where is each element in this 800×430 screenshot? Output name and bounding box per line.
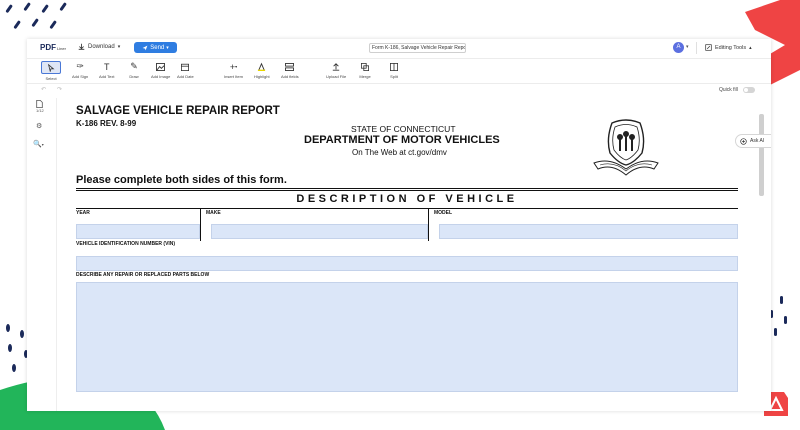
tool-label: Insert Item — [224, 74, 243, 79]
tool-label: Draw — [129, 74, 139, 79]
website-line: On The Web at ct.gov/dmv — [352, 148, 447, 157]
chevron-up-icon: ▴ — [749, 44, 752, 51]
tool-label: Add Sign — [72, 74, 89, 79]
tool-label: Add fields — [281, 74, 299, 79]
logo-subtext: Liner — [57, 46, 66, 51]
settings-icon[interactable]: ⚙ — [36, 122, 42, 130]
make-label: MAKE — [206, 210, 221, 216]
year-field[interactable] — [76, 224, 200, 239]
avatar[interactable]: A — [673, 42, 684, 53]
plus-icon: + ▾ — [229, 61, 238, 72]
tool-draw[interactable]: ✎ Draw — [127, 61, 141, 79]
tool-label: Select — [45, 76, 57, 81]
tool-label: Add Date — [177, 74, 194, 79]
tool-add-sign[interactable]: ✑ Add Sign — [72, 61, 88, 79]
ask-ai-label: Ask AI — [750, 138, 765, 144]
instruction-text: Please complete both sides of this form. — [76, 174, 287, 186]
tool-upload-file[interactable]: Upload File — [326, 61, 346, 79]
editing-tools-label: Editing Tools — [715, 44, 747, 51]
draw-icon: ✎ — [130, 61, 138, 71]
download-label: Download — [88, 43, 115, 50]
tool-label: Highlight — [254, 74, 270, 79]
make-field[interactable] — [211, 224, 428, 239]
divider-line — [428, 208, 429, 241]
divider — [696, 42, 697, 54]
left-sidebar: 1/12 ⚙ 🔍▾ — [27, 98, 53, 411]
tool-select[interactable]: Select — [41, 61, 61, 81]
highlight-icon — [255, 61, 269, 72]
editing-tools-icon — [705, 44, 712, 51]
tool-label: Split — [390, 74, 398, 79]
send-icon — [142, 45, 148, 50]
divider-line — [76, 190, 738, 191]
app-logo[interactable]: PDFLiner — [40, 43, 66, 52]
vin-label: VEHICLE IDENTIFICATION NUMBER (VIN) — [76, 241, 176, 247]
decorative-dots-top-left — [5, 2, 67, 29]
state-name: STATE OF CONNECTICUT — [351, 124, 456, 134]
secondary-bar: ↶ ↷ Quick fill — [27, 84, 771, 97]
year-label: YEAR — [76, 210, 90, 216]
redo-icon[interactable]: ↷ — [57, 86, 62, 93]
text-icon: T — [104, 61, 110, 72]
divider-line — [76, 208, 738, 209]
section-title: DESCRIPTION OF VEHICLE — [296, 193, 518, 205]
upload-icon — [329, 61, 343, 72]
image-icon — [154, 61, 168, 72]
download-button[interactable]: Download ▾ — [78, 43, 120, 50]
repairs-field[interactable] — [76, 282, 738, 392]
logo-text: PDF — [40, 43, 56, 52]
tool-split[interactable]: Split — [387, 61, 401, 79]
split-icon — [387, 61, 401, 72]
sign-icon: ✑ — [76, 61, 84, 71]
tool-label: Merge — [359, 74, 371, 79]
send-button[interactable]: Send ▾ — [134, 42, 177, 53]
model-label: MODEL — [434, 210, 453, 216]
tool-insert-item[interactable]: + ▾ Insert Item — [224, 61, 243, 80]
send-label: Send — [150, 44, 165, 51]
ai-icon — [740, 137, 747, 145]
merge-icon — [358, 61, 372, 72]
chevron-down-icon[interactable]: ▾ — [686, 44, 689, 50]
form-number: K-186 REV. 8-99 — [76, 119, 137, 128]
chevron-down-icon: ▾ — [166, 44, 169, 51]
fields-icon — [283, 61, 297, 72]
tool-add-date[interactable]: Add Date — [177, 61, 194, 79]
download-icon — [78, 43, 85, 50]
editing-tools-button[interactable]: Editing Tools ▴ — [705, 44, 752, 51]
document-title-input[interactable]: Form K-186, Salvage Vehicle Repair Repor… — [369, 43, 466, 53]
zoom-icon[interactable]: 🔍▾ — [33, 140, 44, 148]
quick-fill-label: Quick fill — [719, 87, 738, 93]
tool-add-image[interactable]: Add Image — [151, 61, 170, 79]
tool-label: Add Image — [151, 74, 171, 79]
cursor-icon — [41, 61, 61, 74]
top-bar: PDFLiner Download ▾ Send ▾ Form K-186, S… — [27, 39, 771, 59]
model-field[interactable] — [439, 224, 738, 239]
document-title: SALVAGE VEHICLE REPAIR REPORT — [76, 105, 280, 117]
quick-fill-toggle[interactable] — [743, 87, 755, 93]
repairs-label: DESCRIBE ANY REPAIR OR REPLACED PARTS BE… — [76, 272, 210, 278]
undo-icon[interactable]: ↶ — [41, 86, 46, 93]
page-indicator: 1/12 — [36, 108, 44, 113]
divider-line — [200, 208, 201, 241]
tool-add-fields[interactable]: Add fields — [281, 61, 299, 79]
vin-field[interactable] — [76, 256, 738, 271]
scrollbar[interactable] — [759, 114, 764, 196]
document-page: SALVAGE VEHICLE REPAIR REPORT K-186 REV.… — [56, 98, 757, 411]
calendar-icon — [178, 61, 192, 72]
ask-ai-button[interactable]: Ask AI — [735, 134, 771, 148]
department-name: DEPARTMENT OF MOTOR VEHICLES — [304, 134, 500, 146]
tool-add-text[interactable]: T Add Text — [99, 61, 115, 80]
divider-line — [76, 188, 738, 189]
state-seal-icon — [593, 119, 659, 176]
tool-merge[interactable]: Merge — [358, 61, 372, 79]
tool-label: Add Text — [99, 74, 115, 79]
pdf-editor-window: PDFLiner Download ▾ Send ▾ Form K-186, S… — [27, 39, 771, 411]
tools-toolbar: Select ✑ Add Sign T Add Text ✎ Draw Add … — [27, 59, 771, 84]
tool-label: Upload File — [326, 74, 347, 79]
chevron-down-icon: ▾ — [117, 43, 121, 50]
tool-highlight[interactable]: Highlight — [254, 61, 270, 79]
